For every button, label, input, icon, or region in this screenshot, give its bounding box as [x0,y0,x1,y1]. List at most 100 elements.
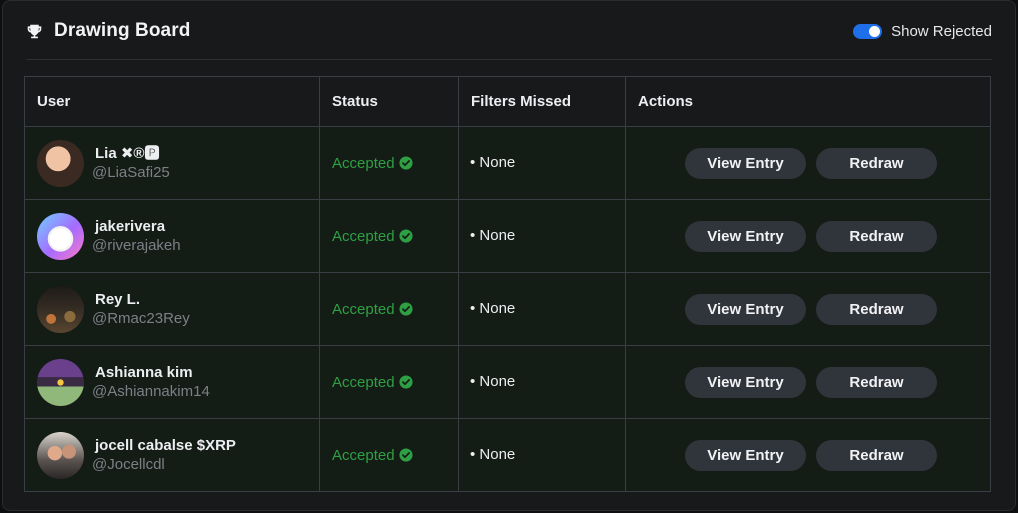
filters-missed-value: • None [470,227,516,244]
user-cell: jakerivera @riverajakeh [24,199,320,273]
status-badge: Accepted [320,228,458,245]
status-badge: Accepted [320,301,458,318]
actions-cell: View Entry Redraw [625,345,991,419]
page-title: Drawing Board [54,20,191,41]
user-display-name: Ashianna kim [95,364,193,381]
row-actions: View Entry Redraw [626,220,990,252]
panel-header: Drawing Board Show Rejected [26,17,992,45]
row-actions: View Entry Redraw [626,293,990,325]
check-circle-icon [398,156,413,170]
redraw-button[interactable]: Redraw [816,220,937,252]
check-circle-icon [398,229,413,243]
user-handle[interactable]: @Jocellcdl [92,455,236,474]
user-names: Lia ✖®🅿 @LiaSafi25 [92,144,170,182]
actions-cell: View Entry Redraw [625,418,991,492]
actions-cell: View Entry Redraw [625,126,991,200]
avatar[interactable] [37,431,84,479]
avatar[interactable] [37,285,84,333]
filters-cell: • None [458,199,626,273]
status-text: Accepted [332,446,395,464]
column-header-filters-missed: Filters Missed [458,76,626,127]
row-actions: View Entry Redraw [626,366,990,398]
table-row: Lia ✖®🅿 @LiaSafi25 Accepted • None View … [24,126,991,200]
status-text: Accepted [332,373,395,391]
show-rejected-label[interactable]: Show Rejected [891,23,992,40]
filters-missed-value: • None [470,373,516,390]
status-text: Accepted [332,300,395,318]
toggle-knob [869,25,881,37]
user-names: jakerivera @riverajakeh [92,217,181,255]
status-cell: Accepted [319,418,459,492]
redraw-button[interactable]: Redraw [816,439,937,471]
status-badge: Accepted [320,155,458,172]
title-group: Drawing Board [26,20,190,42]
status-badge: Accepted [320,374,458,391]
header-divider [26,59,992,60]
actions-cell: View Entry Redraw [625,199,991,273]
user-names: jocell cabalse $XRP @Jocellcdl [92,436,236,474]
avatar[interactable] [37,358,84,406]
redraw-button[interactable]: Redraw [816,293,937,325]
filters-missed-value: • None [470,446,516,463]
user-names: Ashianna kim @Ashiannakim14 [92,363,210,401]
status-text: Accepted [332,154,395,172]
filters-cell: • None [458,418,626,492]
user-handle[interactable]: @Rmac23Rey [92,309,190,328]
redraw-button[interactable]: Redraw [816,147,937,179]
view-entry-button[interactable]: View Entry [685,293,806,325]
status-cell: Accepted [319,126,459,200]
trophy-icon [27,24,42,38]
user-display-name: Rey L. [95,291,141,308]
filters-cell: • None [458,272,626,346]
table-row: Ashianna kim @Ashiannakim14 Accepted • N… [24,345,991,419]
status-badge: Accepted [320,447,458,464]
row-actions: View Entry Redraw [626,439,990,471]
user-display-name: jocell cabalse $XRP [95,437,236,454]
status-cell: Accepted [319,199,459,273]
user-cell: Ashianna kim @Ashiannakim14 [24,345,320,419]
column-header-user: User [24,76,320,127]
show-rejected-control: Show Rejected [853,23,992,40]
user-info: Lia ✖®🅿 @LiaSafi25 [25,139,319,187]
filters-missed-value: • None [470,300,516,317]
table-row: jakerivera @riverajakeh Accepted • None … [24,199,991,273]
user-handle[interactable]: @riverajakeh [92,236,181,255]
filters-cell: • None [458,345,626,419]
view-entry-button[interactable]: View Entry [685,147,806,179]
redraw-button[interactable]: Redraw [816,366,937,398]
user-info: jocell cabalse $XRP @Jocellcdl [25,431,319,479]
show-rejected-toggle[interactable] [853,23,883,39]
user-handle[interactable]: @LiaSafi25 [92,163,170,182]
user-display-name: jakerivera [95,218,166,235]
user-info: Rey L. @Rmac23Rey [25,285,319,333]
avatar[interactable] [37,139,84,187]
filters-cell: • None [458,126,626,200]
user-cell: Lia ✖®🅿 @LiaSafi25 [24,126,320,200]
user-info: Ashianna kim @Ashiannakim14 [25,358,319,406]
table-row: Rey L. @Rmac23Rey Accepted • None View E… [24,272,991,346]
user-handle[interactable]: @Ashiannakim14 [92,382,210,401]
actions-cell: View Entry Redraw [625,272,991,346]
table-row: jocell cabalse $XRP @Jocellcdl Accepted … [24,418,991,492]
view-entry-button[interactable]: View Entry [685,366,806,398]
user-names: Rey L. @Rmac23Rey [92,290,190,328]
check-circle-icon [398,375,413,389]
view-entry-button[interactable]: View Entry [685,220,806,252]
row-actions: View Entry Redraw [626,147,990,179]
filters-missed-value: • None [470,154,516,171]
status-text: Accepted [332,227,395,245]
user-display-name: Lia ✖®🅿 [95,145,160,162]
view-entry-button[interactable]: View Entry [685,439,806,471]
status-cell: Accepted [319,345,459,419]
avatar[interactable] [37,212,84,260]
status-cell: Accepted [319,272,459,346]
user-info: jakerivera @riverajakeh [25,212,319,260]
column-header-status: Status [319,76,459,127]
check-circle-icon [398,448,413,462]
column-header-actions: Actions [625,76,991,127]
check-circle-icon [398,302,413,316]
user-cell: jocell cabalse $XRP @Jocellcdl [24,418,320,492]
user-cell: Rey L. @Rmac23Rey [24,272,320,346]
entries-table: User Status Filters Missed Actions Lia ✖… [24,76,991,492]
table-header-row: User Status Filters Missed Actions [24,76,991,127]
